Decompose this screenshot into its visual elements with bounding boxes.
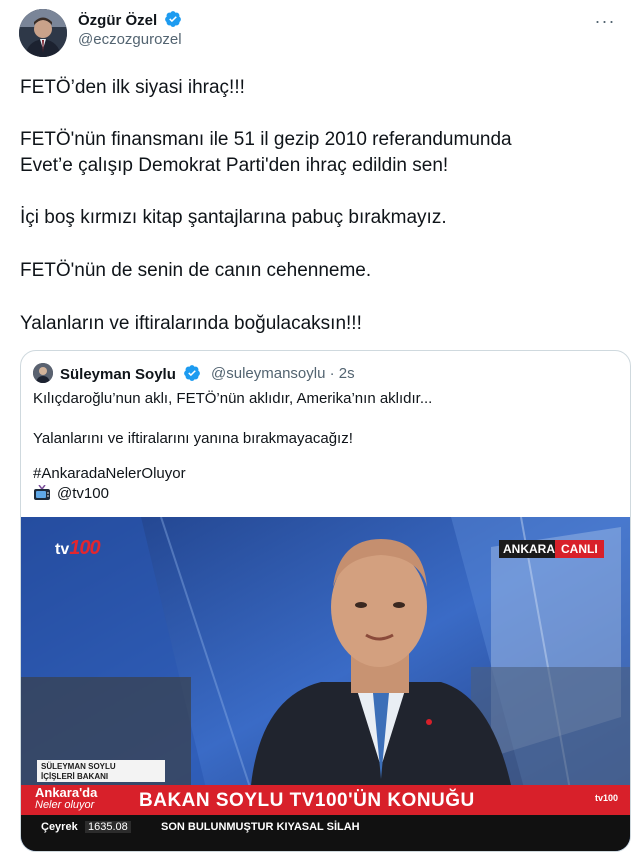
- quoted-text-line: Yalanlarını ve iftiralarını yanına bırak…: [33, 430, 353, 447]
- program-name-line2: Neler oluyor: [35, 799, 95, 811]
- verified-badge-icon: [165, 11, 182, 27]
- program-name-line1: Ankara'da: [35, 785, 98, 800]
- author-avatar[interactable]: [19, 9, 67, 57]
- tweet-text-line: FETÖ'nün de senin de canın cehenneme.: [20, 260, 372, 281]
- ticker-text: SON BULUNMUŞTUR KIYASAL SİLAH: [161, 821, 360, 833]
- quoted-text-line: Kılıçdaroğlu’nun aklı, FETÖ’nün aklıdır,…: [33, 390, 433, 407]
- ticker-label: Çeyrek: [41, 821, 78, 833]
- strap-name: SÜLEYMAN SOYLU: [41, 762, 116, 771]
- quoted-author-name-text: Süleyman Soylu: [60, 366, 176, 383]
- quoted-time: 2s: [338, 365, 355, 382]
- tweet-text-line: FETÖ'nün finansmanı ile 51 il gezip 2010…: [20, 129, 512, 150]
- ticker-value: 1635.08: [85, 821, 131, 833]
- channel-logo-number: 100: [69, 537, 100, 559]
- headline-text: BAKAN SOYLU TV100'ÜN KONUĞU: [139, 790, 475, 811]
- quoted-mention: @tv100: [57, 485, 109, 502]
- verified-badge-icon: [184, 365, 200, 381]
- channel-logo: tv100: [55, 537, 101, 560]
- quoted-tweet[interactable]: Süleyman Soylu @suleymansoylu · 2s Kılıç…: [20, 350, 631, 852]
- television-icon: [34, 485, 50, 500]
- separator-dot: ·: [329, 365, 339, 382]
- quoted-author-avatar: [33, 363, 53, 383]
- channel-logo-tv: tv: [55, 541, 70, 558]
- tweet-text-line: Yalanların ve iftiralarında boğulacaksın…: [20, 313, 362, 334]
- headline-logo: tv100: [595, 793, 619, 803]
- more-options-icon[interactable]: ···: [592, 8, 618, 34]
- strap-title: İÇİŞLERİ BAKANI: [41, 772, 109, 781]
- tweet: Özgür Özel @eczozgurozel ··· FETÖ’den il…: [0, 0, 634, 852]
- name-strap: SÜLEYMAN SOYLU İÇİŞLERİ BAKANI: [37, 760, 165, 782]
- quoted-handle-text: @suleymansoylu: [211, 365, 326, 382]
- video-player[interactable]: tv100 ANKARA CANLI SÜLEYMAN SOYLU İÇİŞLE…: [21, 517, 630, 851]
- live-badge: CANLI: [555, 540, 604, 558]
- tweet-text-line: Evet’e çalışıp Demokrat Parti'den ihraç …: [20, 155, 449, 176]
- quoted-author-handle: @suleymansoylu · 2s: [211, 365, 355, 382]
- location-badge: ANKARA: [499, 540, 559, 558]
- quoted-mention-line: @tv100: [33, 484, 109, 504]
- program-name: Ankara'da Neler oluyor: [35, 785, 98, 811]
- quoted-author-name: Süleyman Soylu: [60, 364, 201, 383]
- author-name[interactable]: Özgür Özel: [78, 10, 182, 29]
- author-name-text: Özgür Özel: [78, 12, 158, 29]
- author-handle[interactable]: @eczozgurozel: [78, 31, 182, 48]
- tweet-text-line: İçi boş kırmızı kitap şantajlarına pabuç…: [20, 207, 447, 228]
- tweet-text-line: FETÖ’den ilk siyasi ihraç!!!: [20, 77, 245, 98]
- quoted-hashtag: #AnkaradaNelerOluyor: [33, 465, 186, 482]
